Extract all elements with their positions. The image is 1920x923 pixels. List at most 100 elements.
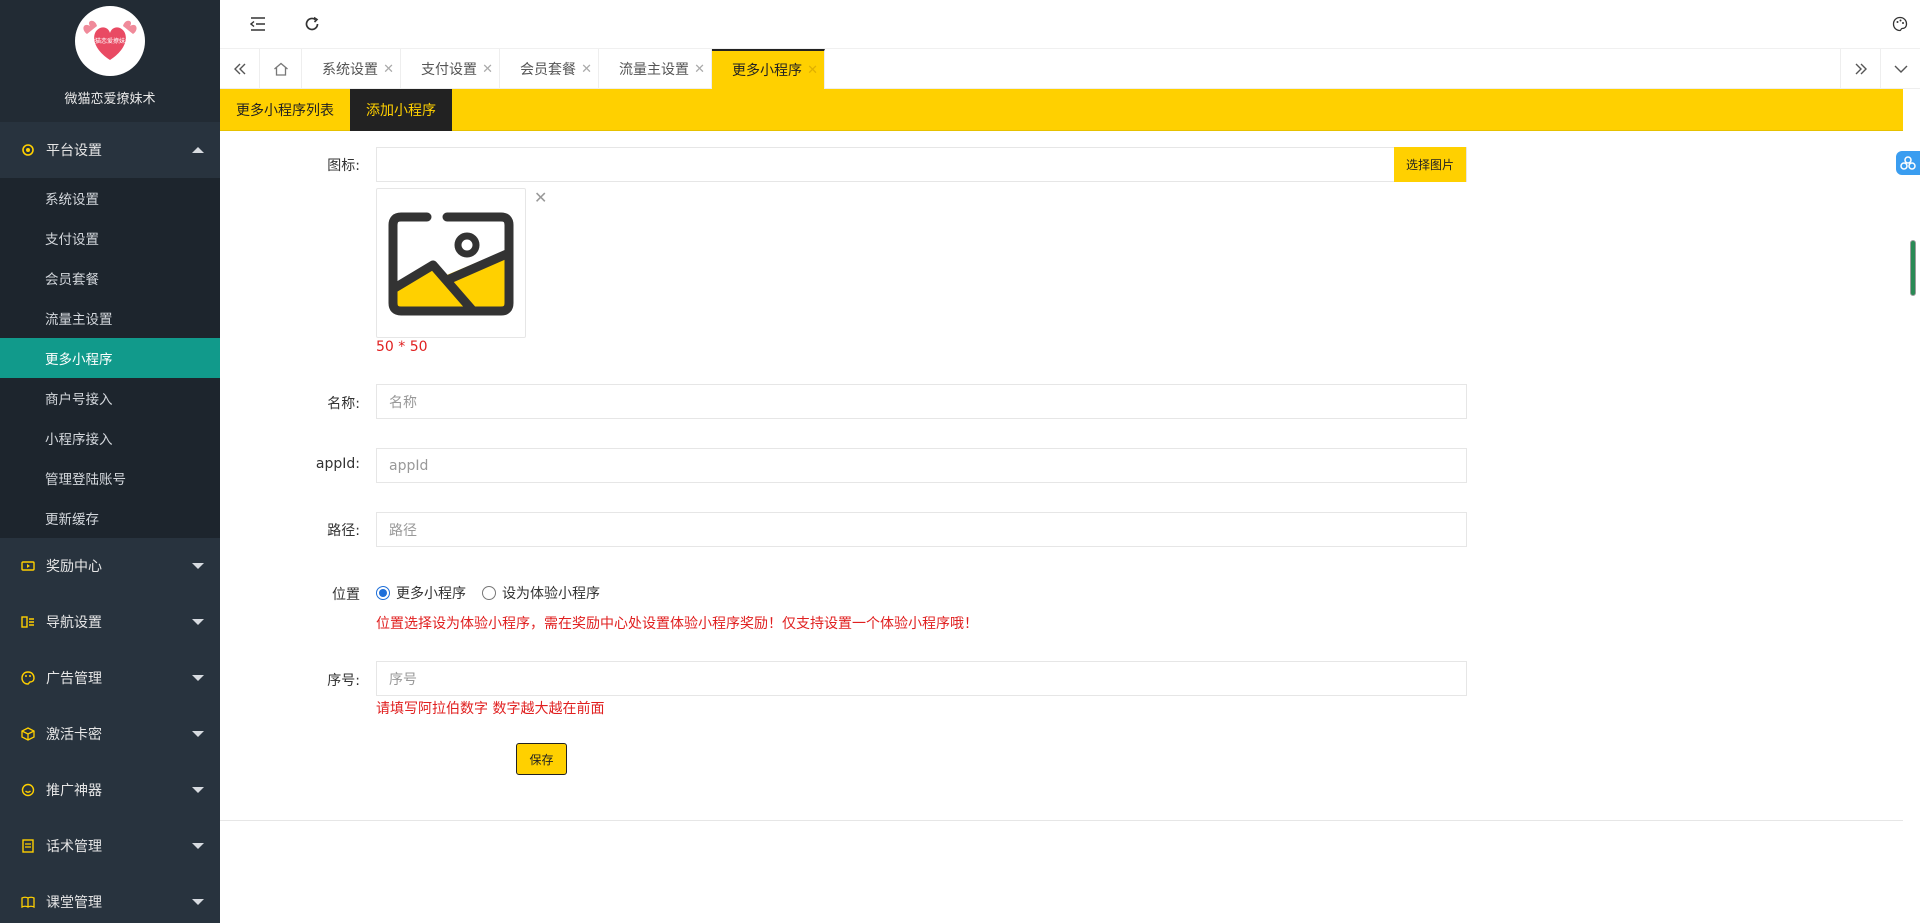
sub-tab-bar: 更多小程序列表 添加小程序 — [220, 88, 1903, 131]
image-placeholder-icon — [388, 212, 514, 316]
caret-down-icon — [192, 843, 204, 849]
tab-traffic-settings[interactable]: 流量主设置 ✕ — [599, 49, 712, 89]
tab-membership-plans[interactable]: 会员套餐 ✕ — [500, 49, 599, 89]
sidebar-item-miniprogram-access[interactable]: 小程序接入 — [0, 418, 220, 458]
page-scrollbar[interactable] — [1910, 240, 1916, 296]
sidebar-item-traffic-settings[interactable]: 流量主设置 — [0, 298, 220, 338]
name-label: 名称: — [327, 396, 360, 412]
sub-tab-add[interactable]: 添加小程序 — [350, 88, 452, 131]
palette-icon — [20, 670, 36, 686]
position-option-label: 更多小程序 — [396, 586, 466, 602]
path-input[interactable]: 路径 — [376, 512, 1467, 547]
refresh-icon[interactable] — [302, 14, 322, 34]
remove-image-icon[interactable]: ✕ — [534, 188, 547, 207]
save-button[interactable]: 保存 — [516, 743, 567, 775]
tab-label: 系统设置 — [322, 62, 378, 78]
position-radio-more[interactable] — [376, 586, 390, 600]
caret-up-icon — [192, 147, 204, 153]
position-radio-trial[interactable] — [482, 586, 496, 600]
sidebar-item-update-cache[interactable]: 更新缓存 — [0, 498, 220, 538]
tab-payment-settings[interactable]: 支付设置 ✕ — [401, 49, 500, 89]
sidebar-item-label: 会员套餐 — [45, 272, 99, 288]
share-nodes-icon — [1900, 156, 1916, 170]
home-icon — [273, 62, 288, 76]
theme-palette-icon[interactable] — [1890, 14, 1910, 34]
appid-label: appId: — [315, 456, 360, 472]
brand-logo[interactable]: 微猫恋爱撩妹术 — [75, 6, 145, 76]
menu-group-platform-settings[interactable]: 平台设置 — [0, 122, 220, 178]
caret-down-icon — [192, 619, 204, 625]
order-label: 序号: — [327, 673, 360, 689]
image-size-hint: 50 * 50 — [376, 339, 428, 355]
sidebar-item-membership-plans[interactable]: 会员套餐 — [0, 258, 220, 298]
chevron-down-icon — [1894, 65, 1907, 73]
tab-system-settings[interactable]: 系统设置 ✕ — [302, 49, 401, 89]
doc-icon — [20, 838, 36, 854]
menu-group-promotion-tools[interactable]: 推广神器 — [0, 762, 220, 818]
order-hint: 请填写阿拉伯数字 数字越大越在前面 — [376, 701, 605, 717]
close-icon[interactable]: ✕ — [383, 62, 394, 77]
submenu-platform-settings: 系统设置 支付设置 会员套餐 流量主设置 更多小程序 商户号接入 小程序接入 管… — [0, 178, 220, 538]
tab-bar: 系统设置 ✕ 支付设置 ✕ 会员套餐 ✕ 流量主设置 ✕ 更多小程序 ✕ — [220, 49, 1920, 89]
position-radio-group: 更多小程序 设为体验小程序 — [376, 583, 600, 603]
tab-home[interactable] — [260, 49, 302, 89]
position-option-label: 设为体验小程序 — [502, 586, 600, 602]
menu-group-ad-management[interactable]: 广告管理 — [0, 650, 220, 706]
sidebar-item-payment-settings[interactable]: 支付设置 — [0, 218, 220, 258]
tab-label: 支付设置 — [421, 62, 477, 78]
choose-image-button[interactable]: 选择图片 — [1393, 147, 1466, 182]
position-hint: 位置选择设为体验小程序，需在奖励中心处设置体验小程序奖励！仅支持设置一个体验小程… — [376, 616, 978, 632]
order-input[interactable]: 序号 — [376, 661, 1467, 696]
heart-wings-logo-icon: 微猫恋爱撩妹术 — [83, 20, 137, 60]
name-input[interactable]: 名称 — [376, 384, 1467, 419]
caret-down-icon — [192, 675, 204, 681]
caret-down-icon — [192, 563, 204, 569]
menu-group-activation-codes[interactable]: 激活卡密 — [0, 706, 220, 762]
sidebar-item-label: 管理登陆账号 — [45, 472, 126, 488]
double-chevron-left-icon — [233, 63, 245, 75]
sidebar-item-label: 更多小程序 — [45, 352, 113, 368]
caret-down-icon — [192, 787, 204, 793]
smile-icon — [20, 782, 36, 798]
sidebar-item-label: 支付设置 — [45, 232, 99, 248]
menu-group-reward-center[interactable]: 奖励中心 — [0, 538, 220, 594]
caret-down-icon — [192, 899, 204, 905]
menu-group-script-management[interactable]: 话术管理 — [0, 818, 220, 874]
form-content: 图标: 选择图片 ✕ 50 * 50 名称: 名称 appId: appId 路… — [220, 131, 1903, 821]
menu-group-label: 推广神器 — [46, 783, 102, 799]
sidebar-item-label: 系统设置 — [45, 192, 99, 208]
menu-group-label: 课堂管理 — [46, 895, 102, 911]
brand-name: 微猫恋爱撩妹术 — [64, 92, 156, 107]
menu-group-nav-settings[interactable]: 导航设置 — [0, 594, 220, 650]
tab-more-miniprograms[interactable]: 更多小程序 ✕ — [712, 49, 825, 89]
sidebar-item-more-miniprograms[interactable]: 更多小程序 — [0, 338, 220, 378]
float-share-button[interactable] — [1896, 151, 1920, 175]
tab-scroll-left-button[interactable] — [220, 49, 260, 89]
menu-group-classroom-management[interactable]: 课堂管理 — [0, 874, 220, 923]
appid-input[interactable]: appId — [376, 448, 1467, 483]
sub-tab-list[interactable]: 更多小程序列表 — [220, 89, 350, 131]
menu-group-label: 平台设置 — [46, 143, 102, 159]
sidebar-item-system-settings[interactable]: 系统设置 — [0, 178, 220, 218]
close-icon[interactable]: ✕ — [482, 62, 493, 77]
menu-group-label: 广告管理 — [46, 671, 102, 687]
nav-icon — [20, 614, 36, 630]
close-icon[interactable]: ✕ — [694, 62, 705, 77]
svg-text:微猫恋爱撩妹术: 微猫恋爱撩妹术 — [89, 37, 131, 45]
sidebar-item-merchant-access[interactable]: 商户号接入 — [0, 378, 220, 418]
collapse-menu-icon[interactable] — [248, 14, 268, 34]
tab-scroll-right-button[interactable] — [1840, 49, 1880, 89]
book-icon — [20, 894, 36, 910]
tab-menu-dropdown-button[interactable] — [1880, 49, 1920, 89]
menu-group-label: 激活卡密 — [46, 727, 102, 743]
sidebar: 微猫恋爱撩妹术 微猫恋爱撩妹术 平台设置 系统设置 支付设置 会员套餐 流量主设… — [0, 0, 220, 923]
sidebar-item-admin-accounts[interactable]: 管理登陆账号 — [0, 458, 220, 498]
gear-icon — [20, 142, 36, 158]
close-icon[interactable]: ✕ — [581, 62, 592, 77]
menu-group-label: 导航设置 — [46, 615, 102, 631]
close-icon[interactable]: ✕ — [807, 63, 818, 78]
tab-label: 会员套餐 — [520, 62, 576, 78]
icon-url-input[interactable]: 选择图片 — [376, 147, 1467, 182]
sidebar-item-label: 更新缓存 — [45, 512, 99, 528]
video-icon — [20, 558, 36, 574]
